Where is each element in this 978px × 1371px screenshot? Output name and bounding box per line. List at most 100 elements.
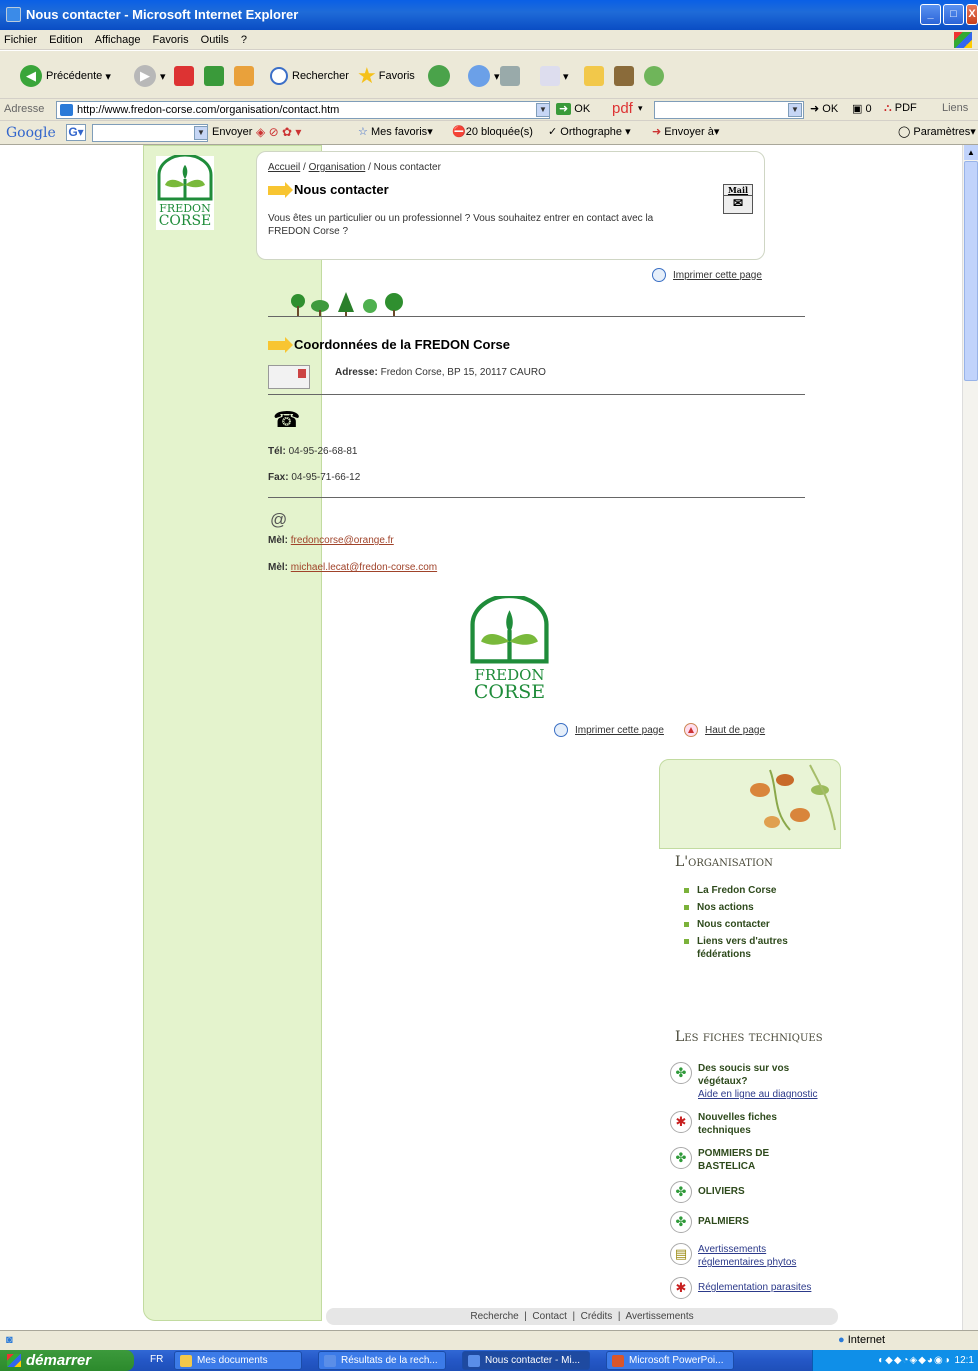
pdf-btn-label: PDF [894,102,917,114]
address-dropdown-icon[interactable]: ▼ [536,103,550,117]
org-link-federations[interactable]: Liens vers d'autres fédérations [684,935,788,961]
google-search-input[interactable] [92,124,208,142]
mail-envelope-icon[interactable]: Mail ✉ [723,184,753,214]
my-favorites-button[interactable]: ☆ Mes favoris▾ [358,125,433,138]
maximize-button[interactable]: □ [943,4,964,25]
task-nous-contacter[interactable]: Nous contacter - Mi... [462,1351,590,1370]
fiche-pommiers-l2: BASTELICA [698,1161,756,1172]
diagnostic-link[interactable]: Aide en ligne au diagnostic [698,1088,818,1101]
tray-icons[interactable]: ◐◆◆◔◈◆◕◉◑ [878,1355,954,1366]
divider [268,316,805,317]
fiche-pommiers[interactable]: ✤ POMMIERS DE BASTELICA [670,1147,769,1173]
footer-avertissements-link[interactable]: Avertissements [625,1311,693,1322]
scroll-thumb[interactable] [964,161,978,381]
send-to-button[interactable]: ➜ Envoyer à▾ [652,125,719,138]
back-arrow-icon: ◀ [20,65,42,87]
messenger-button[interactable] [644,64,664,88]
fiche-soucis[interactable]: ✤ Des soucis sur vos végétaux? Aide en lig… [670,1062,818,1101]
pdf-dropdown-icon[interactable]: ▾ [638,103,643,114]
close-button[interactable]: X [966,4,978,25]
task-powerpoint[interactable]: Microsoft PowerPoi... [606,1351,734,1370]
links-label[interactable]: Liens [942,102,968,114]
org-link-actions[interactable]: Nos actions [684,901,754,914]
folder-button[interactable] [584,64,604,88]
fiche-reglementation[interactable]: ✱ Réglementation parasites [670,1277,811,1299]
menu-edition[interactable]: Edition [49,30,83,50]
breadcrumb-org-link[interactable]: Organisation [309,162,366,173]
favorites-button[interactable]: ★ Favoris [357,63,415,88]
title-bar: Nous contacter - Microsoft Internet Expl… [0,0,978,30]
stop-button[interactable] [174,64,194,88]
back-button[interactable]: ◀ Précédente ▾ [20,64,111,88]
forward-button[interactable]: ▶ ▾ [134,64,166,88]
minimize-button[interactable]: _ [920,4,941,25]
vertical-scrollbar[interactable]: ▲ [962,145,978,1330]
fiche-soucis-l1: Des soucis sur vos [698,1063,790,1074]
trees-decoration-icon [291,292,403,316]
favorites-label: Favoris [378,70,415,82]
tel-label: Tél: [268,446,286,457]
edit-button[interactable]: ▾ [540,64,569,88]
fiche-nouvelles[interactable]: ✱ Nouvelles fiches techniques [670,1111,777,1137]
flower-decoration-icon [750,764,836,831]
google-tools-icon[interactable]: ◈ ⊘ ✿ ▾ [256,125,301,139]
print-page-link[interactable]: Imprimer cette page [652,268,762,282]
menu-affichage[interactable]: Affichage [95,30,141,50]
section-title-text: Coordonnées de la FREDON Corse [294,337,510,352]
page-icon [60,104,73,116]
google-send-button[interactable]: Envoyer [212,126,252,138]
popup-blocker-button[interactable]: ⛔20 bloquée(s) [452,125,533,138]
language-indicator[interactable]: FR [150,1354,163,1365]
start-button[interactable]: démarrer [0,1350,134,1371]
search-button[interactable]: Rechercher [270,64,349,88]
fax-label: Fax: [268,472,289,483]
print-page-link-bottom[interactable]: Imprimer cette page [554,723,664,737]
address-input[interactable]: http://www.fredon-corse.com/organisation… [56,101,550,119]
email-link-2[interactable]: michael.lecat@fredon-corse.com [291,562,437,573]
fiche-avertissements[interactable]: ▤ Avertissements réglementaires phytos [670,1243,796,1269]
tel-line: Tél: 04-95-26-68-81 [268,446,358,457]
google-dropdown-icon[interactable]: ▼ [194,126,208,140]
footer-contact-link[interactable]: Contact [532,1311,566,1322]
go-button[interactable]: ➜ OK [556,102,590,115]
menu-outils[interactable]: Outils [201,30,229,50]
settings-button[interactable]: ◯ Paramètres▾ [898,125,976,138]
divider [268,497,805,498]
mail-button[interactable]: ▾ [468,64,500,88]
forward-arrow-icon: ▶ [134,65,156,87]
refresh-button[interactable] [204,64,224,88]
home-button[interactable] [234,64,254,88]
research-button[interactable] [614,64,634,88]
org-link-fredon[interactable]: La Fredon Corse [683,884,776,897]
menu-help[interactable]: ? [241,30,247,50]
print-button[interactable] [500,64,520,88]
task-mes-documents[interactable]: Mes documents [174,1351,302,1370]
ok2-button[interactable]: ➜ OK [810,102,838,115]
center-logo-line2: CORSE [473,681,546,703]
fiche-palmiers[interactable]: ✤ PALMIERS [670,1211,749,1233]
left-green-column [143,145,322,1321]
email-link-1[interactable]: fredoncorse@orange.fr [291,535,394,546]
footer-recherche-link[interactable]: Recherche [470,1311,518,1322]
pdf-search-input[interactable] [654,101,804,119]
pdf-search-dropdown-icon[interactable]: ▼ [788,103,802,117]
address-label: Adresse [4,103,45,115]
fiche-oliviers[interactable]: ✤ OLIVIERS [670,1181,745,1203]
breadcrumb-home-link[interactable]: Accueil [268,162,300,173]
task-resultats[interactable]: Résultats de la rech... [318,1351,446,1370]
menu-favoris[interactable]: Favoris [153,30,189,50]
address-bar: Adresse http://www.fredon-corse.com/orga… [0,99,978,121]
clover-icon: ✤ [670,1211,692,1233]
spelling-button[interactable]: ✓ Orthographe ▾ [548,125,631,138]
internet-zone: ● Internet [838,1334,885,1346]
google-g-icon[interactable]: G▾ [66,124,86,141]
scroll-up-icon[interactable]: ▲ [964,145,978,160]
counter-button[interactable]: ▣ 0 [852,102,872,115]
top-of-page-link[interactable]: Haut de page [684,723,765,737]
menu-fichier[interactable]: Fichier [4,30,37,50]
footer-credits-link[interactable]: Crédits [581,1311,613,1322]
fredon-logo[interactable]: FREDON CORSE [155,153,215,231]
pdf-button[interactable]: ⛬ PDF [884,102,917,115]
org-link-contact[interactable]: Nous contacter [684,918,770,931]
history-button[interactable] [428,64,454,88]
